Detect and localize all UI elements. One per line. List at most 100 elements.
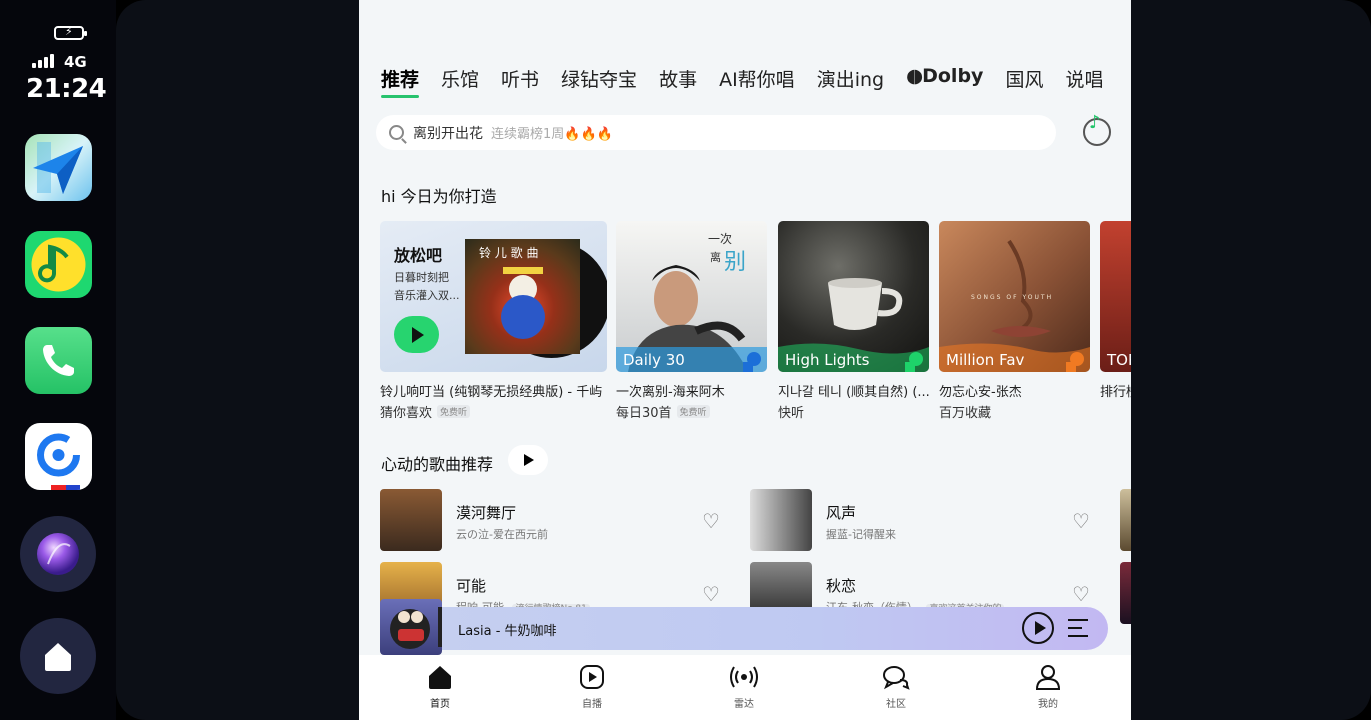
card-subtitle-row: 猜你喜欢 免费听 [380,402,607,421]
song-thumbnail [1120,489,1131,551]
song-name: 风声 [826,504,857,522]
cover-tag: Million Fav [946,351,1025,369]
card-subtitle: 百万收藏 [939,406,992,421]
list-item[interactable] [1120,562,1131,624]
nav-label: 雷达 [734,699,754,710]
playlist-card[interactable]: SONGS OF YOUTH Million Fav 勿忘心安-张杰 百万收藏 [939,221,1090,421]
chat-bubbles-icon [866,662,926,692]
song-thumbnail [1120,562,1131,624]
card-overlay-desc-line: 音乐灌入双... [394,289,460,302]
card-title: 一次离别-海来阿木 [616,385,725,400]
card-subtitle: 每日30首 [616,406,672,421]
svg-text:一次: 一次 [708,232,732,246]
list-item[interactable]: 风声 握蓝-记得醒来 ♡ [750,489,1105,551]
cover-tag: TOP [1107,351,1131,369]
dock: ⚡ 4G 21:24 [0,0,116,720]
mini-player[interactable]: Lasia - 牛奶咖啡 [380,599,1108,655]
playlist-card[interactable]: 铃 儿 歌 曲 放松吧 日暮时刻把 音乐灌入双... 铃儿响叮当 (纯钢琴无损经… [380,221,607,421]
bottom-nav: 首页 自播 雷达 社区 我的 [359,655,1131,720]
cover-tag: High Lights [785,351,870,369]
nav-live[interactable]: 自播 [562,662,622,710]
tab-dolby[interactable]: ◖◗ Dolby [906,65,983,92]
playlist-icon[interactable] [1068,617,1092,639]
svg-text:别: 别 [724,250,746,275]
battery-charging-icon: ⚡ [54,25,87,40]
card-overlay-desc-line: 日暮时刻把 [394,271,449,284]
tab-rap[interactable]: 说唱 [1065,65,1103,92]
album-art: 铃 儿 歌 曲 [465,239,580,354]
card-subtitle: 快听 [778,406,805,421]
svg-text:离: 离 [710,250,721,264]
song-thumbnail [380,489,442,551]
tab-shows[interactable]: 演出ing [817,65,884,92]
card-subtitle-row: 快听 [778,402,929,421]
tab-bar: 推荐 乐馆 听书 绿钻夺宝 故事 AI帮你唱 演出ing ◖◗ Dolby 国风 … [381,65,1125,98]
tab-guofeng[interactable]: 国风 [1005,65,1043,92]
heart-icon[interactable]: ♡ [1072,511,1090,531]
nav-home[interactable]: 首页 [410,662,470,710]
card-title: 铃儿响叮当 (纯钢琴无损经典版) - 千屿 [380,385,603,400]
tab-green-diamond[interactable]: 绿钻夺宝 [561,65,637,92]
tab-music-hall[interactable]: 乐馆 [441,65,479,92]
phone-app-icon[interactable] [25,327,92,394]
playlist-cover: High Lights [778,221,929,372]
play-all-button[interactable] [508,445,548,475]
section-title-daily: hi 今日为你打造 [381,187,497,206]
heart-icon[interactable]: ♡ [702,511,720,531]
free-badge: 免费听 [676,405,710,418]
badge-square-icon [743,362,753,372]
nav-label: 自播 [582,699,602,710]
daily-cards: 铃 儿 歌 曲 放松吧 日暮时刻把 音乐灌入双... 铃儿响叮当 (纯钢琴无损经… [380,221,1131,421]
carplay-screen: ⚡ 4G 21:24 推荐 乐馆 听书 绿钻夺宝 故事 AI帮你唱 演出ing … [0,0,1371,720]
heart-icon[interactable]: ♡ [702,584,720,604]
browser-app-icon[interactable] [25,423,92,490]
card-title: 排行榜 [1100,385,1131,400]
playlist-card[interactable]: 一次 离 别 Daily 30 一次离别-海来阿木 每日30首 免费听 [616,221,767,421]
tab-recommend[interactable]: 推荐 [381,65,420,98]
card-overlay-desc: 日暮时刻把 音乐灌入双... [394,269,460,305]
badge-square-icon [1066,362,1076,372]
svg-text:SONGS OF YOUTH: SONGS OF YOUTH [971,294,1053,301]
playlist-cover: 一次 离 别 Daily 30 [616,221,767,372]
song-artist: 云の泣-爱在西元前 [456,528,548,541]
player-play-button[interactable] [1022,612,1054,644]
search-bar[interactable]: 离别开出花 连续霸榜1周🔥🔥🔥 [376,115,1056,150]
nav-profile[interactable]: 我的 [1018,662,1078,710]
home-button[interactable] [20,618,96,694]
maps-app-icon[interactable] [25,134,92,201]
nav-label: 首页 [430,699,450,710]
tab-stories[interactable]: 故事 [659,65,697,92]
nav-label: 我的 [1038,699,1058,710]
card-title: 지나갈 테니 (顺其自然) (... [778,385,929,400]
song-thumbnail [750,489,812,551]
playlist-cover: SONGS OF YOUTH Million Fav [939,221,1090,372]
qq-music-app-icon[interactable] [25,231,92,298]
heart-icon[interactable]: ♡ [1072,584,1090,604]
person-icon [1018,662,1078,692]
play-button[interactable] [394,316,439,353]
home-icon [410,662,470,692]
playlist-card[interactable]: TOP 排行榜 [1100,221,1131,400]
card-subtitle-row: 每日30首 免费听 [616,402,767,421]
search-icon [389,125,404,140]
nav-radar[interactable]: 雷达 [714,662,774,710]
card-subtitle: 猜你喜欢 [380,406,433,421]
nav-community[interactable]: 社区 [866,662,926,710]
card-subtitle-row: 百万收藏 [939,402,1090,421]
playlist-card[interactable]: High Lights 지나갈 테니 (顺其自然) (... 快听 [778,221,929,421]
tab-audiobooks[interactable]: 听书 [501,65,539,92]
song-name: 可能 [456,577,487,595]
tab-ai-sing[interactable]: AI帮你唱 [719,65,795,92]
siri-button[interactable] [20,516,96,592]
player-track-title: Lasia - 牛奶咖啡 [458,624,557,639]
list-item[interactable] [1120,489,1131,551]
list-item[interactable]: 漠河舞厅 云の泣-爱在西元前 ♡ [380,489,735,551]
network-label: 4G [64,53,87,71]
search-subtitle: 连续霸榜1周🔥🔥🔥 [491,127,613,142]
playlist-cover: 铃 儿 歌 曲 放松吧 日暮时刻把 音乐灌入双... [380,221,607,372]
song-name: 秋恋 [826,577,857,595]
radar-icon [714,662,774,692]
music-recognition-button[interactable]: ♪ [1083,112,1111,146]
wallpaper-right [1131,0,1371,720]
music-app-window: 推荐 乐馆 听书 绿钻夺宝 故事 AI帮你唱 演出ing ◖◗ Dolby 国风 … [359,0,1131,720]
